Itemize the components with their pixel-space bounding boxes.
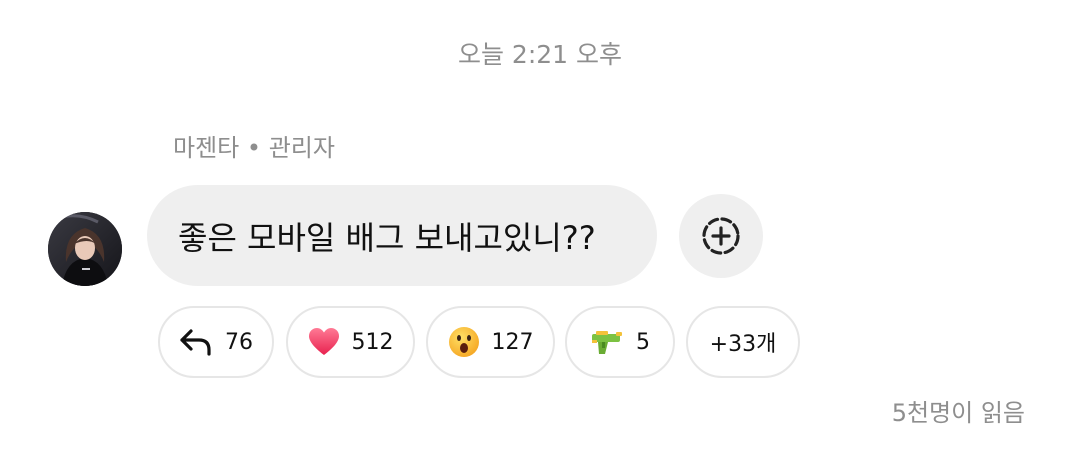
add-reaction-icon	[702, 217, 740, 255]
heart-icon	[308, 327, 340, 357]
reply-reaction-pill[interactable]: 76	[158, 306, 274, 378]
sender-name: 마젠타	[173, 134, 240, 162]
message-timestamp: 오늘 2:21 오후	[457, 40, 623, 69]
read-receipt: 5천명이 읽음	[891, 399, 1025, 427]
reply-arrow-icon	[179, 328, 213, 356]
more-reactions-pill[interactable]: +33개	[686, 306, 800, 378]
heart-count: 512	[351, 329, 394, 355]
surprised-face-icon	[448, 326, 480, 358]
reply-count: 76	[225, 329, 253, 355]
surprised-count: 127	[491, 329, 534, 355]
water-gun-reaction-pill[interactable]: 5	[565, 306, 675, 378]
heart-reaction-pill[interactable]: 512	[286, 306, 415, 378]
message-text: 좋은 모바일 배그 보내고있니??	[178, 218, 596, 257]
more-reactions-count: +33개	[709, 332, 777, 357]
add-reaction-button[interactable]	[679, 194, 763, 278]
water-gun-count: 5	[636, 329, 650, 355]
water-gun-icon	[590, 328, 624, 356]
avatar[interactable]	[48, 212, 122, 286]
sender-line: 마젠타 • 관리자	[173, 133, 335, 163]
surprised-reaction-pill[interactable]: 127	[426, 306, 555, 378]
message-bubble[interactable]: 좋은 모바일 배그 보내고있니??	[147, 185, 657, 286]
sender-separator: •	[246, 134, 262, 162]
sender-role: 관리자	[268, 134, 335, 162]
